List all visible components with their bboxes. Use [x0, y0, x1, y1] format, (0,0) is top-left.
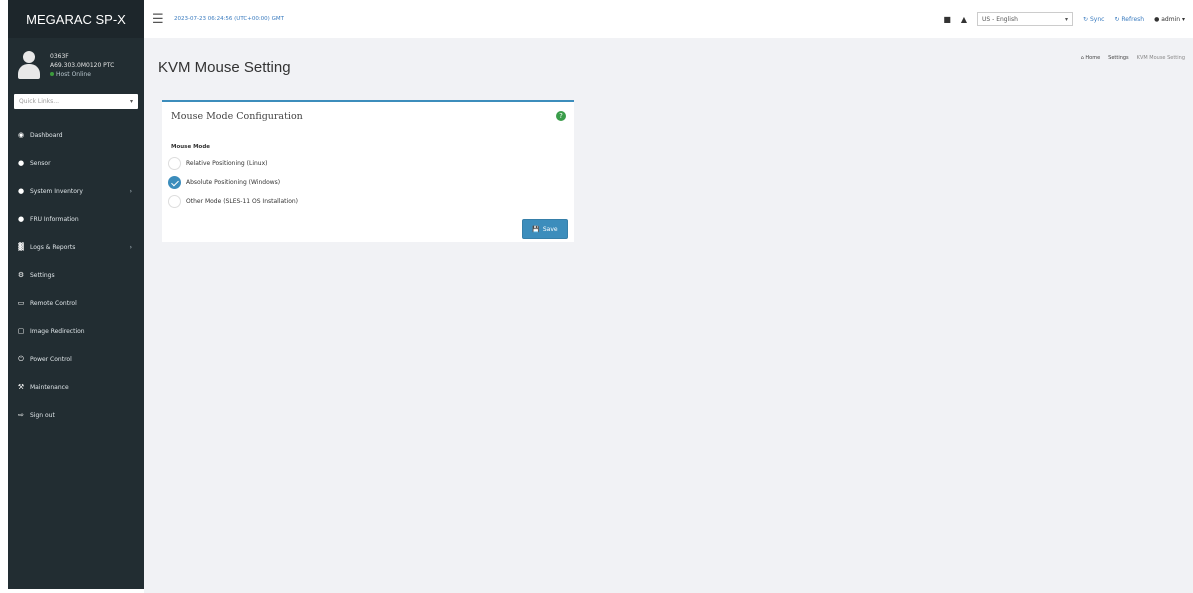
sidebar-item-label: Remote Control	[30, 299, 77, 307]
sidebar-item-remote-control[interactable]: ▭ Remote Control	[8, 289, 144, 317]
breadcrumb-home[interactable]: ⌂ Home	[1081, 55, 1101, 61]
sidebar-item-image-redirection[interactable]: ▢ Image Redirection	[8, 317, 144, 345]
top-right-controls: ■ ▲ US - English ▾ ↻ Sync ↻ Refresh ● ad…	[943, 0, 1185, 38]
sidebar-item-label: Dashboard	[30, 131, 63, 139]
main-content: KVM Mouse Setting ⌂ Home Settings KVM Mo…	[144, 38, 1193, 593]
sidebar-item-sign-out[interactable]: ⇨ Sign out	[8, 401, 144, 429]
save-button-label: Save	[542, 225, 558, 233]
user-panel: 0363F A69.303.0M0120 PTC Host Online	[8, 38, 144, 90]
sidebar-item-settings[interactable]: ⚙ Settings	[8, 261, 144, 289]
mouse-mode-option[interactable]: Relative Positioning (Linux)	[168, 156, 268, 170]
sidebar-item-label: Image Redirection	[30, 327, 85, 335]
sidebar-item-power-control[interactable]: ⏻ Power Control	[8, 345, 144, 373]
sidebar-item-label: Settings	[30, 271, 55, 279]
breadcrumb-home-label: Home	[1085, 55, 1101, 61]
menu-toggle-icon[interactable]: ☰	[152, 12, 164, 27]
home-icon: ⌂	[1080, 55, 1084, 61]
user-line2: A69.303.0M0120 PTC	[50, 61, 115, 69]
panel-title: Mouse Mode Configuration	[171, 111, 303, 122]
page-title: KVM Mouse Setting	[158, 59, 291, 76]
sidebar-item-label: Maintenance	[30, 383, 69, 391]
mouse-mode-config-panel: Mouse Mode Configuration ? Mouse Mode Re…	[162, 100, 574, 242]
save-button[interactable]: 💾 Save	[522, 219, 568, 239]
power-icon: ⏻	[18, 354, 24, 363]
sidebar-item-label: Sign out	[30, 411, 55, 419]
sidebar-item-label: Logs & Reports	[30, 243, 76, 251]
quick-links-select[interactable]: Quick Links... ▾	[14, 94, 138, 109]
language-value: US - English	[982, 15, 1018, 23]
sidebar-nav: ◉ Dashboard ● Sensor ● System Inventory › ● FRU …	[8, 121, 144, 429]
user-line1: 0363F	[50, 52, 69, 60]
fru-icon: ●	[17, 215, 25, 223]
image-icon: ▢	[17, 327, 25, 335]
sidebar-item-sensor[interactable]: ● Sensor	[8, 149, 144, 177]
monitor-icon: ▭	[17, 299, 25, 307]
logs-icon: ▓	[18, 243, 24, 251]
status-dot-icon	[50, 71, 54, 76]
breadcrumb-settings[interactable]: Settings	[1108, 55, 1129, 61]
sync-button[interactable]: ↻ Sync	[1083, 16, 1104, 23]
current-datetime: 2023-07-23 06:24:56 (UTC+00:00) GMT	[174, 16, 284, 22]
radio-unchecked[interactable]	[168, 156, 181, 170]
refresh-button[interactable]: ↻ Refresh	[1114, 16, 1144, 23]
sidebar: MEGARAC SP-X 0363F A69.303.0M0120 PTC Ho…	[8, 0, 144, 589]
radio-label: Other Mode (SLES-11 OS Installation)	[186, 197, 299, 205]
chevron-down-icon: ▾	[1065, 15, 1069, 23]
chevron-down-icon: ▾	[129, 98, 133, 105]
quick-links-placeholder: Quick Links...	[19, 98, 60, 105]
sidebar-item-label: Sensor	[30, 159, 51, 167]
breadcrumb-current: KVM Mouse Setting	[1136, 55, 1185, 61]
sync-icon: ↻	[1083, 15, 1089, 23]
sidebar-item-logs-reports[interactable]: ▓ Logs & Reports ›	[8, 233, 144, 261]
users-icon[interactable]: ▲	[961, 15, 967, 24]
gear-icon: ⚙	[17, 271, 25, 279]
refresh-label: Refresh	[1121, 15, 1145, 23]
user-menu-label: admin	[1161, 15, 1181, 23]
radio-label: Absolute Positioning (Windows)	[186, 178, 281, 186]
top-bar: ☰ 2023-07-23 06:24:56 (UTC+00:00) GMT ■ …	[144, 0, 1193, 38]
help-icon[interactable]: ?	[556, 111, 566, 121]
mouse-mode-option[interactable]: Other Mode (SLES-11 OS Installation)	[168, 194, 298, 208]
chevron-right-icon: ›	[129, 243, 132, 251]
sync-label: Sync	[1089, 15, 1105, 23]
user-menu[interactable]: ● admin ▾	[1154, 16, 1185, 23]
mouse-mode-label: Mouse Mode	[171, 144, 211, 150]
signout-icon: ⇨	[18, 411, 24, 419]
chevron-down-icon: ▾	[1181, 15, 1185, 23]
user-info: 0363F A69.303.0M0120 PTC Host Online	[50, 52, 114, 79]
save-icon: 💾	[532, 225, 540, 233]
sidebar-item-system-inventory[interactable]: ● System Inventory ›	[8, 177, 144, 205]
dashboard-icon: ◉	[17, 131, 25, 139]
breadcrumb: ⌂ Home Settings KVM Mouse Setting	[1081, 55, 1185, 61]
user-icon: ●	[1154, 15, 1160, 23]
user-avatar-icon	[18, 51, 40, 79]
host-status: Host Online	[50, 70, 114, 79]
host-status-text: Host Online	[56, 70, 91, 78]
sidebar-item-label: System Inventory	[30, 187, 83, 195]
brand-logo[interactable]: MEGARAC SP-X	[8, 0, 144, 38]
sidebar-item-dashboard[interactable]: ◉ Dashboard	[8, 121, 144, 149]
mouse-mode-option[interactable]: Absolute Positioning (Windows)	[168, 175, 280, 189]
sidebar-item-fru-information[interactable]: ● FRU Information	[8, 205, 144, 233]
radio-unchecked[interactable]	[168, 194, 181, 208]
sensor-icon: ●	[17, 159, 25, 167]
sidebar-item-label: FRU Information	[30, 215, 79, 223]
refresh-icon: ↻	[1114, 15, 1120, 23]
wrench-icon: ⚒	[17, 383, 25, 391]
radio-label: Relative Positioning (Linux)	[186, 159, 268, 167]
language-select[interactable]: US - English ▾	[977, 12, 1074, 26]
notification-icon[interactable]: ■	[943, 15, 951, 24]
inventory-icon: ●	[17, 187, 25, 195]
sidebar-item-maintenance[interactable]: ⚒ Maintenance	[8, 373, 144, 401]
sidebar-item-label: Power Control	[30, 355, 72, 363]
radio-checked[interactable]	[168, 175, 181, 189]
chevron-right-icon: ›	[129, 187, 132, 195]
